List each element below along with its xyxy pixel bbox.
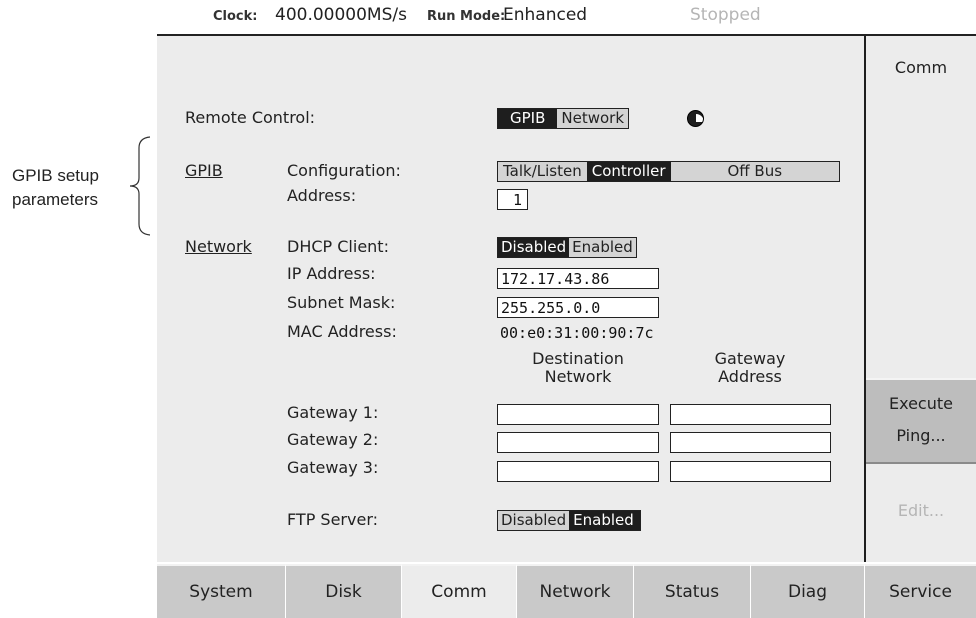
annotation-line-2: parameters [12,190,98,209]
gpib-config-option-controller[interactable]: Controller [586,162,671,181]
destination-network-header: Destination Network [497,350,659,386]
ftp-server-label: FTP Server: [287,510,379,529]
network-section-label: Network [185,237,252,256]
dhcp-option-disabled[interactable]: Disabled [498,238,570,257]
tab-status[interactable]: Status [634,564,751,618]
ftp-server-selector[interactable]: Disabled Enabled [497,510,641,531]
gateway-3-address-value [671,463,674,481]
knob-icon [687,110,704,127]
tab-disk[interactable]: Disk [286,564,402,618]
side-menu-title: Comm [894,58,948,77]
clock-label: Clock: [213,9,258,24]
gateway-header-line-2: Address [718,367,782,386]
clock-value: 400.00000MS/s [275,5,407,25]
dhcp-option-enabled[interactable]: Enabled [569,238,636,257]
run-mode-label: Run Mode: [427,9,506,24]
ip-address-value: 172.17.43.86 [501,270,610,288]
dhcp-client-label: DHCP Client: [287,237,389,256]
gpib-address-field[interactable]: 1 [497,189,528,210]
gateway-address-header: Gateway Address [669,350,831,386]
edit-button[interactable]: Edit... [866,501,976,520]
gateway-3-address-field[interactable] [670,461,831,482]
gpib-section-label: GPIB [185,161,223,180]
gpib-address-label: Address: [287,186,357,205]
annotation-line-1: GPIB setup [12,166,99,185]
annotation-text: GPIB setup parameters [12,164,99,212]
gateway-header-line-1: Gateway [714,349,786,368]
gateway-3-destination-field[interactable] [497,461,659,482]
subnet-mask-field[interactable]: 255.255.0.0 [497,297,659,318]
gateway-1-destination-value [498,406,501,424]
run-mode-value: Enhanced [503,5,588,25]
ftp-option-enabled[interactable]: Enabled [569,511,640,530]
subnet-mask-label: Subnet Mask: [287,293,396,312]
gateway-1-destination-field[interactable] [497,404,659,425]
execute-ping-line-1: Execute [889,394,953,413]
destination-header-line-2: Network [544,367,612,386]
gateway-2-address-field[interactable] [670,432,831,453]
gpib-configuration-label: Configuration: [287,161,401,180]
tab-comm[interactable]: Comm [402,564,517,618]
tab-service[interactable]: Service [865,564,976,618]
gpib-address-value: 1 [512,191,522,209]
tab-diag[interactable]: Diag [751,564,865,618]
execute-ping-line-2: Ping... [896,426,946,445]
gateway-2-destination-value [498,434,501,452]
gateway-2-destination-field[interactable] [497,432,659,453]
mac-address-value: 00:e0:31:00:90:7c [500,324,654,342]
gateway-1-address-field[interactable] [670,404,831,425]
gateway-3-label: Gateway 3: [287,458,379,477]
gpib-config-option-talk-listen[interactable]: Talk/Listen [498,162,587,181]
ip-address-field[interactable]: 172.17.43.86 [497,268,659,289]
remote-control-option-gpib[interactable]: GPIB [498,109,558,128]
gateway-1-address-value [671,406,674,424]
annotation-brace-icon [129,136,151,236]
tab-system[interactable]: System [157,564,286,618]
tab-network[interactable]: Network [517,564,634,618]
destination-header-line-1: Destination [532,349,624,368]
gpib-configuration-selector[interactable]: Talk/Listen Controller Off Bus [497,161,840,182]
remote-control-label: Remote Control: [185,108,316,127]
ip-address-label: IP Address: [287,264,376,283]
remote-control-option-network[interactable]: Network [557,109,629,128]
ftp-option-disabled[interactable]: Disabled [498,511,570,530]
side-menu [864,36,976,562]
execute-ping-button[interactable]: Execute Ping... [866,378,976,464]
dhcp-client-selector[interactable]: Disabled Enabled [497,237,637,258]
gateway-2-address-value [671,434,674,452]
gateway-1-label: Gateway 1: [287,403,379,422]
subnet-mask-value: 255.255.0.0 [501,299,601,317]
acquisition-state: Stopped [690,5,761,25]
remote-control-selector[interactable]: GPIB Network [497,108,630,129]
gpib-config-option-off-bus[interactable]: Off Bus [670,162,839,181]
gateway-2-label: Gateway 2: [287,430,379,449]
mac-address-label: MAC Address: [287,322,397,341]
gateway-3-destination-value [498,463,501,481]
